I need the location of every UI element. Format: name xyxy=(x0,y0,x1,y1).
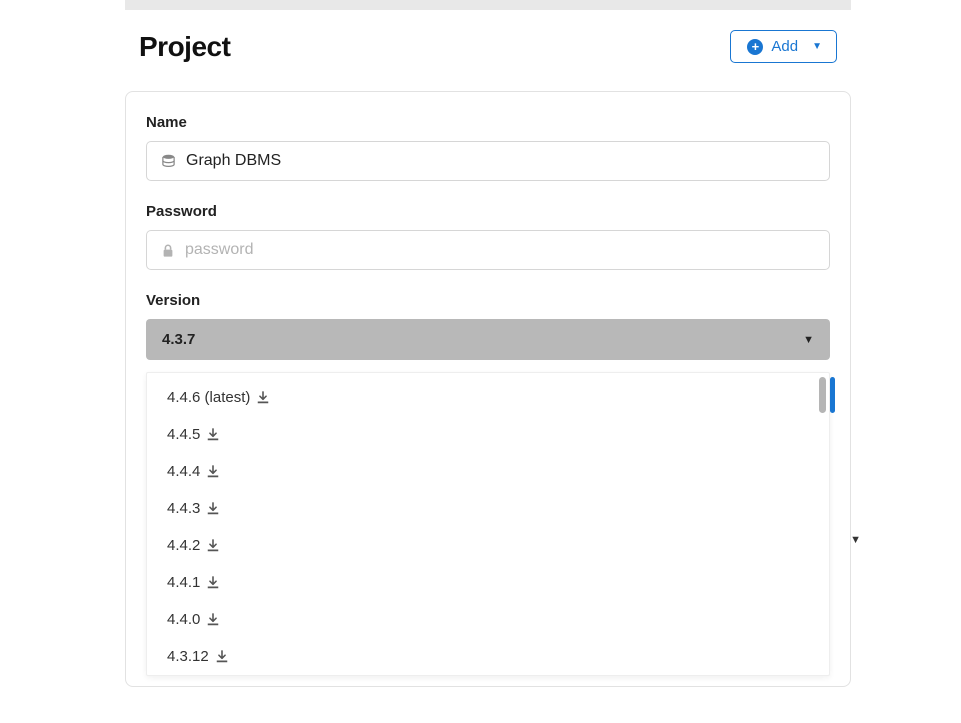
version-option-label: 4.4.1 xyxy=(167,574,200,591)
version-dropdown: 4.4.6 (latest) 4.4.5 4.4.4 4.4.3 4.4.2 4… xyxy=(146,372,830,676)
add-button-label: Add xyxy=(771,38,798,55)
version-option-label: 4.4.0 xyxy=(167,611,200,628)
version-option[interactable]: 4.4.2 xyxy=(147,527,819,564)
name-input-wrap[interactable] xyxy=(146,141,830,181)
plus-circle-icon: + xyxy=(747,39,763,55)
version-option-label: 4.4.3 xyxy=(167,500,200,517)
version-option[interactable]: 4.4.0 xyxy=(147,601,819,638)
download-icon xyxy=(206,613,220,627)
page-title: Project xyxy=(139,31,230,63)
version-option[interactable]: 4.4.6 (latest) xyxy=(147,373,819,416)
version-label: Version xyxy=(146,292,830,309)
header-row: Project + Add ▼ xyxy=(125,30,851,63)
version-option[interactable]: 4.3.12 xyxy=(147,638,819,675)
version-option-label: 4.4.4 xyxy=(167,463,200,480)
version-selected-value: 4.3.7 xyxy=(162,331,195,348)
download-icon xyxy=(206,502,220,516)
version-option[interactable]: 4.4.5 xyxy=(147,416,819,453)
password-input-wrap[interactable] xyxy=(146,230,830,270)
top-bar xyxy=(125,0,851,10)
version-select[interactable]: 4.3.7 ▼ xyxy=(146,319,830,360)
name-input[interactable] xyxy=(186,152,815,170)
download-icon xyxy=(256,391,270,405)
download-icon xyxy=(206,428,220,442)
download-icon xyxy=(206,465,220,479)
add-button[interactable]: + Add ▼ xyxy=(730,30,837,63)
caret-down-icon: ▼ xyxy=(812,41,822,52)
download-icon xyxy=(206,576,220,590)
main-container: Project + Add ▼ Name Password xyxy=(0,10,961,687)
download-icon xyxy=(215,650,229,664)
version-option-label: 4.4.2 xyxy=(167,537,200,554)
version-option[interactable]: 4.4.1 xyxy=(147,564,819,601)
version-option[interactable]: 4.4.4 xyxy=(147,453,819,490)
password-input[interactable] xyxy=(185,241,815,259)
version-option-label: 4.4.6 (latest) xyxy=(167,389,250,406)
download-icon xyxy=(206,539,220,553)
blue-sliver xyxy=(830,377,835,413)
scrollbar-thumb[interactable] xyxy=(819,377,826,413)
version-option-label: 4.4.5 xyxy=(167,426,200,443)
database-icon xyxy=(161,154,176,169)
caret-down-icon: ▼ xyxy=(803,334,814,346)
password-label: Password xyxy=(146,203,830,220)
name-label: Name xyxy=(146,114,830,131)
version-option-label: 4.3.12 xyxy=(167,648,209,665)
lock-icon xyxy=(161,243,175,258)
version-option[interactable]: 4.4.3 xyxy=(147,490,819,527)
form-card: Name Password Version 4.3. xyxy=(125,91,851,687)
chevron-down-icon: ▼ xyxy=(850,534,861,546)
